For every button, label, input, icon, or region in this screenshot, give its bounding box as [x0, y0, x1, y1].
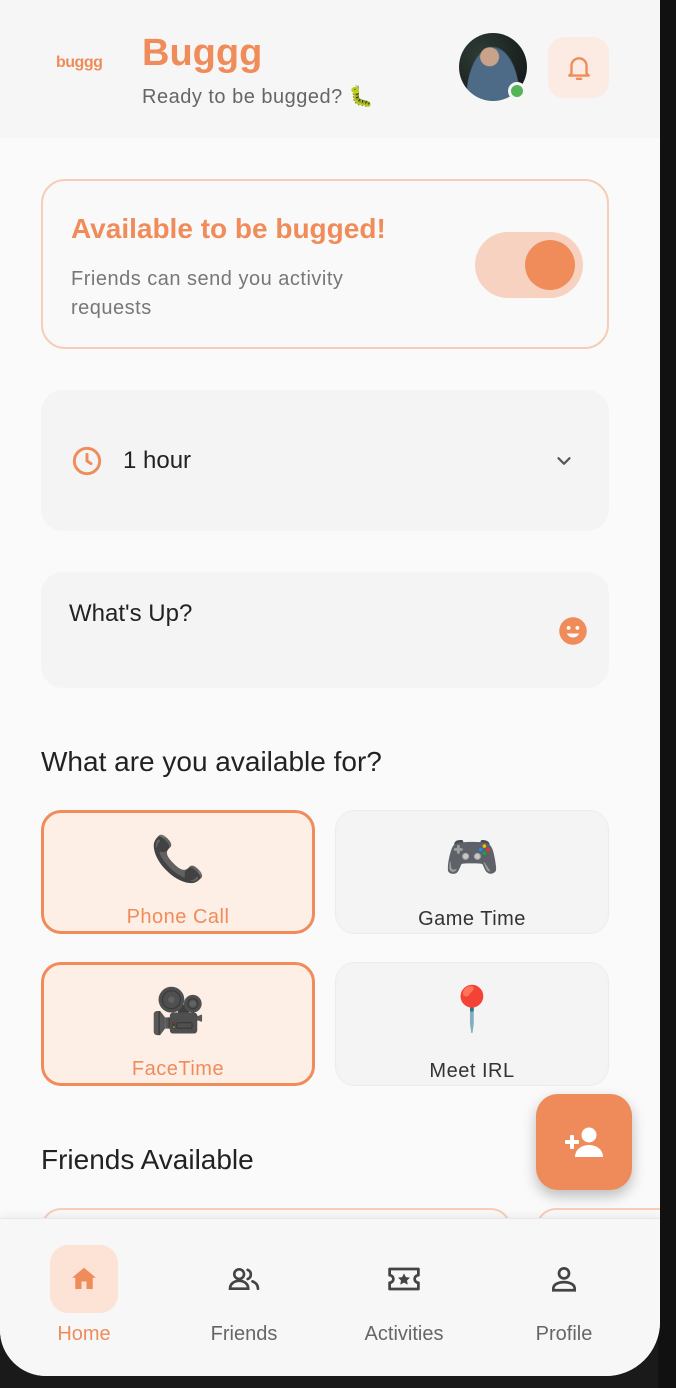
status-input[interactable]: What's Up?: [41, 572, 609, 688]
activity-label: Meet IRL: [429, 1060, 515, 1082]
availability-title: Available to be bugged!: [71, 213, 386, 244]
activity-game-time[interactable]: 🎮 Game Time: [335, 810, 609, 934]
app-subtitle: Ready to be bugged? 🐛: [142, 86, 375, 108]
nav-label: Activities: [364, 1323, 444, 1345]
app-title: Buggg: [142, 32, 263, 74]
chevron-down-icon: [557, 457, 571, 465]
online-status-dot: [508, 82, 526, 100]
add-person-icon: [565, 1127, 603, 1157]
gamepad-icon: 🎮: [444, 833, 500, 882]
phone-icon: 📞: [150, 835, 206, 884]
nav-label: Home: [57, 1323, 111, 1345]
smiley-icon[interactable]: [558, 616, 588, 646]
friends-icon: [228, 1267, 260, 1291]
nav-label: Profile: [535, 1323, 593, 1345]
duration-dropdown[interactable]: 1 hour: [41, 390, 609, 531]
bottom-navigation: Home Friends Activities Profile: [0, 1218, 660, 1376]
availability-description: Friends can send you activity requests: [71, 268, 344, 319]
activity-label: Game Time: [418, 908, 526, 930]
duration-value: 1 hour: [123, 447, 192, 474]
notifications-button[interactable]: [548, 37, 609, 98]
availability-toggle[interactable]: [475, 232, 583, 298]
nav-label: Friends: [210, 1323, 278, 1345]
location-pin-icon: 📍: [444, 985, 500, 1034]
app-logo: buggg: [56, 54, 103, 71]
activities-heading: What are you available for?: [41, 746, 382, 777]
add-friend-button[interactable]: [536, 1094, 632, 1190]
activity-label: Phone Call: [126, 906, 230, 928]
app-header: buggg Buggg Ready to be bugged? 🐛: [0, 0, 660, 138]
activity-label: FaceTime: [131, 1058, 225, 1080]
video-camera-icon: 🎥: [150, 987, 206, 1036]
nav-profile[interactable]: Profile: [494, 1245, 634, 1355]
activity-facetime[interactable]: 🎥 FaceTime: [41, 962, 315, 1086]
home-icon: [72, 1267, 96, 1289]
availability-card: Available to be bugged! Friends can send…: [41, 179, 609, 349]
clock-icon: [72, 446, 102, 476]
bell-icon: [567, 56, 590, 80]
app-screen: buggg Buggg Ready to be bugged? 🐛 Availa…: [0, 0, 660, 1376]
activity-meet-irl[interactable]: 📍 Meet IRL: [335, 962, 609, 1086]
activities-icon: [388, 1267, 420, 1291]
device-frame: [658, 0, 676, 1388]
nav-friends[interactable]: Friends: [174, 1245, 314, 1355]
profile-icon: [552, 1267, 576, 1292]
nav-home[interactable]: Home: [14, 1245, 154, 1355]
nav-activities[interactable]: Activities: [334, 1245, 474, 1355]
activity-phone-call[interactable]: 📞 Phone Call: [41, 810, 315, 934]
status-placeholder: What's Up?: [69, 600, 193, 627]
friends-available-heading: Friends Available: [41, 1144, 254, 1175]
toggle-knob: [525, 240, 575, 290]
